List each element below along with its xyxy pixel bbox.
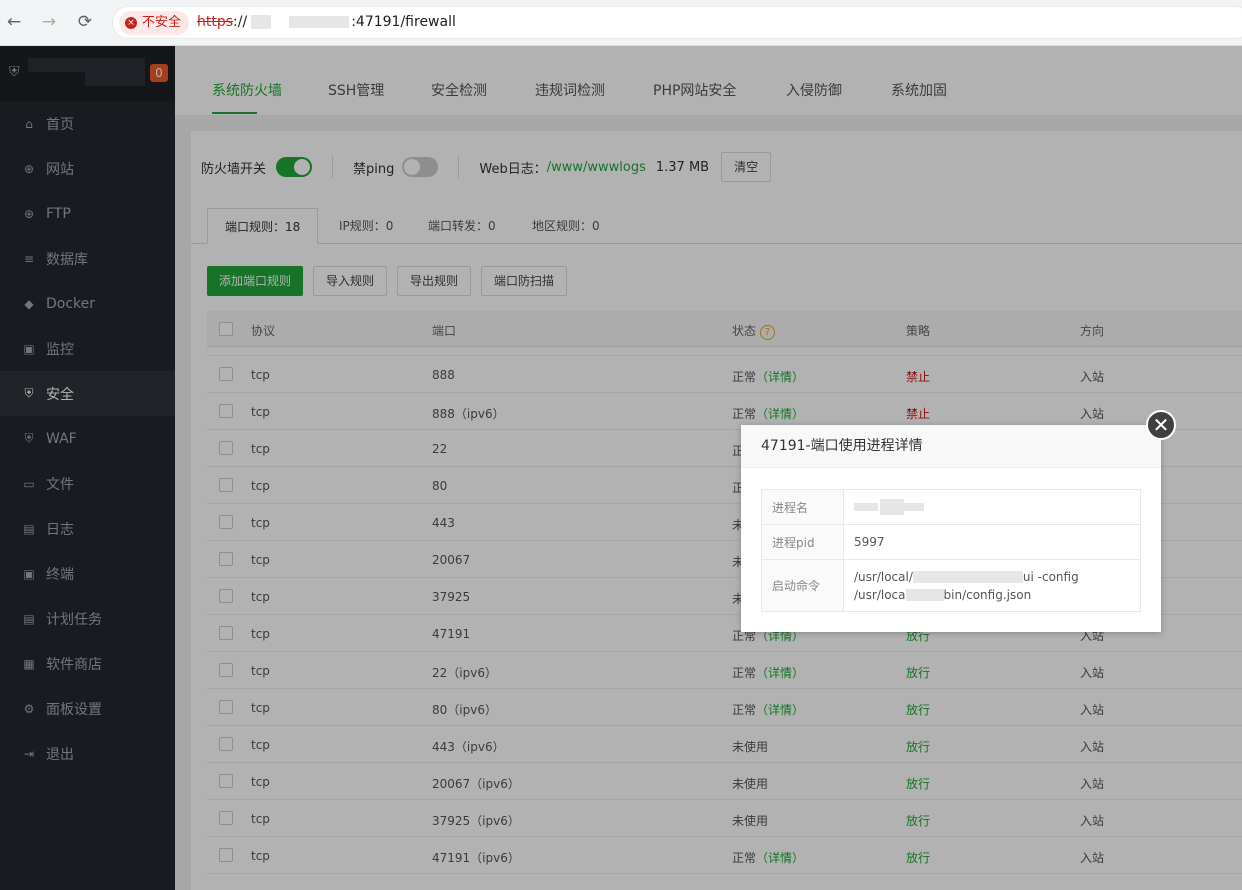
command-part: /usr/local/ bbox=[854, 569, 913, 584]
detail-key: 进程pid bbox=[761, 524, 844, 560]
redacted-command bbox=[912, 571, 1023, 583]
url-text: https:// :47191/firewall bbox=[197, 14, 456, 30]
security-label: 不安全 bbox=[142, 15, 182, 30]
forward-icon[interactable]: → bbox=[38, 11, 60, 33]
address-bar[interactable]: × 不安全 https:// :47191/firewall bbox=[112, 6, 1242, 39]
security-indicator[interactable]: × 不安全 bbox=[119, 11, 190, 35]
redacted-process-name bbox=[904, 503, 924, 511]
redacted-process-name bbox=[854, 503, 878, 511]
redacted-command bbox=[905, 589, 944, 601]
dialog-title: 47191-端口使用进程详情 bbox=[741, 425, 1161, 468]
detail-value: 5997 bbox=[843, 524, 1141, 560]
reload-icon[interactable]: ⟳ bbox=[74, 11, 96, 33]
url-scheme: https bbox=[197, 14, 234, 30]
warning-icon: × bbox=[125, 17, 137, 29]
detail-value bbox=[843, 489, 1141, 525]
command-part: bin/config.json bbox=[943, 587, 1032, 602]
detail-row: 进程pid 5997 bbox=[761, 524, 1141, 560]
back-icon[interactable]: ← bbox=[3, 11, 25, 33]
command-part: ui -config bbox=[1022, 569, 1079, 584]
redacted-host bbox=[289, 16, 350, 28]
detail-row: 启动命令 /usr/local/ui -config /usr/loca bin/… bbox=[761, 559, 1141, 612]
command-part: /usr/loca bbox=[854, 587, 906, 602]
url-path: :47191/firewall bbox=[351, 14, 456, 30]
process-detail-table: 进程名 进程pid 5997 启动命令 /usr/local/ui -confi… bbox=[761, 489, 1141, 612]
detail-key: 进程名 bbox=[761, 489, 844, 525]
detail-value: /usr/local/ui -config /usr/loca bin/confi… bbox=[843, 559, 1141, 612]
detail-row: 进程名 bbox=[761, 489, 1141, 525]
close-icon[interactable]: ✕ bbox=[1146, 410, 1176, 440]
port-process-dialog: 47191-端口使用进程详情 进程名 进程pid 5997 启动命令 /usr/… bbox=[741, 425, 1161, 632]
redacted-host bbox=[251, 15, 272, 29]
detail-key: 启动命令 bbox=[761, 559, 844, 612]
browser-bar: ← → ⟳ × 不安全 https:// :47191/firewall bbox=[0, 0, 1242, 46]
url-separator: :// bbox=[233, 14, 248, 30]
redacted-process-name bbox=[880, 499, 904, 515]
